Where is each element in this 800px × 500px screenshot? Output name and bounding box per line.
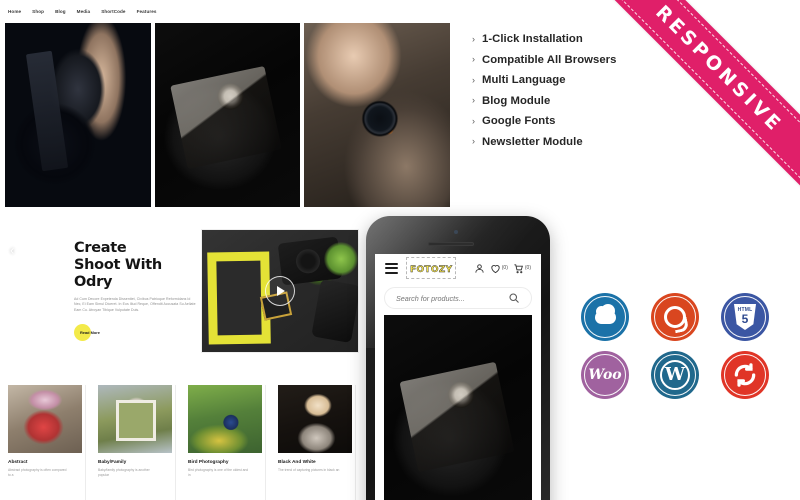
promo-heading-line-1: Create — [74, 240, 127, 256]
card-title: Abstract — [8, 460, 28, 465]
nav-item-shortcode[interactable]: ShortCode — [101, 9, 125, 14]
phone-mockup: FOTOZY (0) (0) — [366, 216, 550, 500]
wordpress-icon: W — [660, 360, 690, 390]
mobile-cart-count: (0) — [524, 265, 531, 271]
card-title: Bird Photography — [188, 460, 229, 465]
html5-icon: HTML 5 — [734, 304, 756, 330]
read-more-label: Read More — [80, 330, 100, 336]
chevron-right-icon: › — [472, 74, 475, 85]
main-navigation: Home Shop Blog Media ShortCode Features — [0, 9, 157, 14]
card-title: Baby/Family — [98, 460, 127, 465]
play-icon — [277, 286, 285, 296]
chevron-right-icon: › — [472, 33, 475, 44]
nav-item-features[interactable]: Features — [137, 9, 157, 14]
chevron-right-icon: › — [472, 54, 475, 64]
badge-woocommerce: Woo — [570, 346, 640, 404]
site-header: Home Shop Blog Media ShortCode Features — [0, 0, 455, 22]
feature-item-google-fonts: › Google Fonts — [472, 115, 732, 127]
chevron-right-icon: › — [472, 95, 475, 105]
hero-slide-3[interactable] — [304, 23, 451, 207]
chevron-right-icon: › — [472, 136, 475, 146]
nav-item-shop[interactable]: Shop — [32, 9, 44, 14]
heart-icon[interactable] — [490, 263, 501, 274]
promo-video-thumbnail[interactable] — [201, 229, 359, 353]
category-card-abstract[interactable]: Abstract Abstract photography is often c… — [8, 385, 86, 500]
card-title: Black And White — [278, 460, 316, 465]
mobile-header: FOTOZY (0) (0) — [375, 254, 541, 282]
feature-item-newsletter-module: › Newsletter Module — [472, 136, 732, 148]
card-thumbnail-girl-with-flower-crown — [8, 385, 82, 453]
badge-jquery — [640, 288, 710, 346]
hero-image-telephoto-lens — [304, 23, 451, 207]
read-more-button[interactable]: Read More — [74, 324, 128, 342]
hero-slider — [5, 23, 451, 207]
promo-section: Create Shoot With Odry Ad Cum Decore Exp… — [74, 240, 196, 342]
mobile-wishlist-button[interactable]: (0) — [490, 263, 508, 274]
nav-item-home[interactable]: Home — [8, 9, 21, 14]
cart-icon[interactable] — [513, 263, 524, 274]
cloud-icon — [594, 303, 616, 324]
badge-wordpress: W — [640, 346, 710, 404]
feature-label: Newsletter Module — [482, 135, 583, 148]
mobile-search[interactable] — [384, 287, 532, 309]
plant-prop — [324, 242, 358, 276]
sync-icon — [732, 362, 758, 388]
feature-item-blog-module: › Blog Module — [472, 95, 732, 107]
wordpress-label: W — [664, 364, 686, 385]
lens-prop — [311, 278, 358, 344]
card-description: Abstract photography is often compared t… — [8, 468, 67, 477]
mobile-cart-button[interactable]: (0) — [513, 263, 531, 274]
feature-label: Multi Language — [482, 74, 566, 86]
hamburger-icon[interactable] — [385, 262, 398, 274]
phone-front-camera-icon — [454, 230, 458, 234]
promo-heading: Create Shoot With Odry — [74, 240, 196, 291]
mobile-logo[interactable]: FOTOZY — [406, 257, 457, 279]
jquery-icon — [664, 306, 686, 328]
html5-version: 5 — [741, 312, 749, 326]
card-thumbnail-hand-holding-frame — [98, 385, 172, 453]
hero-image-photographer-dslr — [5, 23, 151, 207]
promo-heading-line-2: Shoot With — [74, 257, 162, 273]
mobile-hero-photo[interactable] — [384, 315, 532, 500]
nav-item-media[interactable]: Media — [77, 9, 91, 14]
hero-slide-2[interactable] — [154, 23, 301, 207]
feature-label: Compatible All Browsers — [482, 53, 617, 66]
mobile-search-input[interactable] — [396, 293, 508, 303]
badge-html5: HTML 5 — [710, 288, 780, 346]
category-card-baby-family[interactable]: Baby/Family Baby/family photography is a… — [98, 385, 176, 500]
play-button[interactable] — [265, 276, 295, 306]
feature-label: 1-Click Installation — [482, 33, 583, 45]
card-description: The trend of capturing pictures in black… — [278, 468, 340, 472]
mobile-wishlist-count: (0) — [501, 265, 508, 271]
search-icon[interactable] — [508, 292, 520, 304]
mobile-logo-text: FOTOZY — [410, 265, 453, 275]
mobile-icon-group: (0) (0) — [474, 263, 531, 274]
carousel-prev-arrow-icon[interactable]: ‹ — [10, 244, 14, 257]
chevron-right-icon: › — [472, 115, 475, 126]
category-card-bird-photography[interactable]: Bird Photography Bird photography is one… — [188, 385, 266, 500]
promo-body-text: Ad Cum Decore Expetenda Dissentiet, Civi… — [74, 297, 196, 312]
hero-image-vintage-camera — [154, 23, 301, 207]
hero-slide-1[interactable] — [5, 23, 151, 207]
feature-label: Google Fonts — [482, 115, 556, 127]
badge-auto-update — [710, 346, 780, 404]
phone-screen: FOTOZY (0) (0) — [375, 254, 541, 500]
mobile-hero-image-vintage-camera — [384, 315, 532, 500]
phone-earpiece — [428, 242, 474, 246]
nav-item-blog[interactable]: Blog — [55, 9, 66, 14]
card-description: Bird photography is one of the oldest an… — [188, 468, 249, 477]
card-thumbnail-hobbit-house — [188, 385, 262, 453]
user-icon[interactable] — [474, 263, 485, 274]
category-card-black-and-white[interactable]: Black And White The trend of capturing p… — [278, 385, 356, 500]
promo-heading-line-3: Odry — [74, 274, 113, 290]
card-description: Baby/family photography is another popul… — [98, 468, 150, 477]
tech-badge-grid: HTML 5 Woo W — [570, 288, 780, 404]
feature-label: Blog Module — [482, 94, 551, 107]
badge-bootstrap-cloud — [570, 288, 640, 346]
category-card-list: Abstract Abstract photography is often c… — [8, 385, 356, 500]
woocommerce-label: Woo — [588, 367, 622, 383]
card-thumbnail-blonde-woman-portrait — [278, 385, 352, 453]
